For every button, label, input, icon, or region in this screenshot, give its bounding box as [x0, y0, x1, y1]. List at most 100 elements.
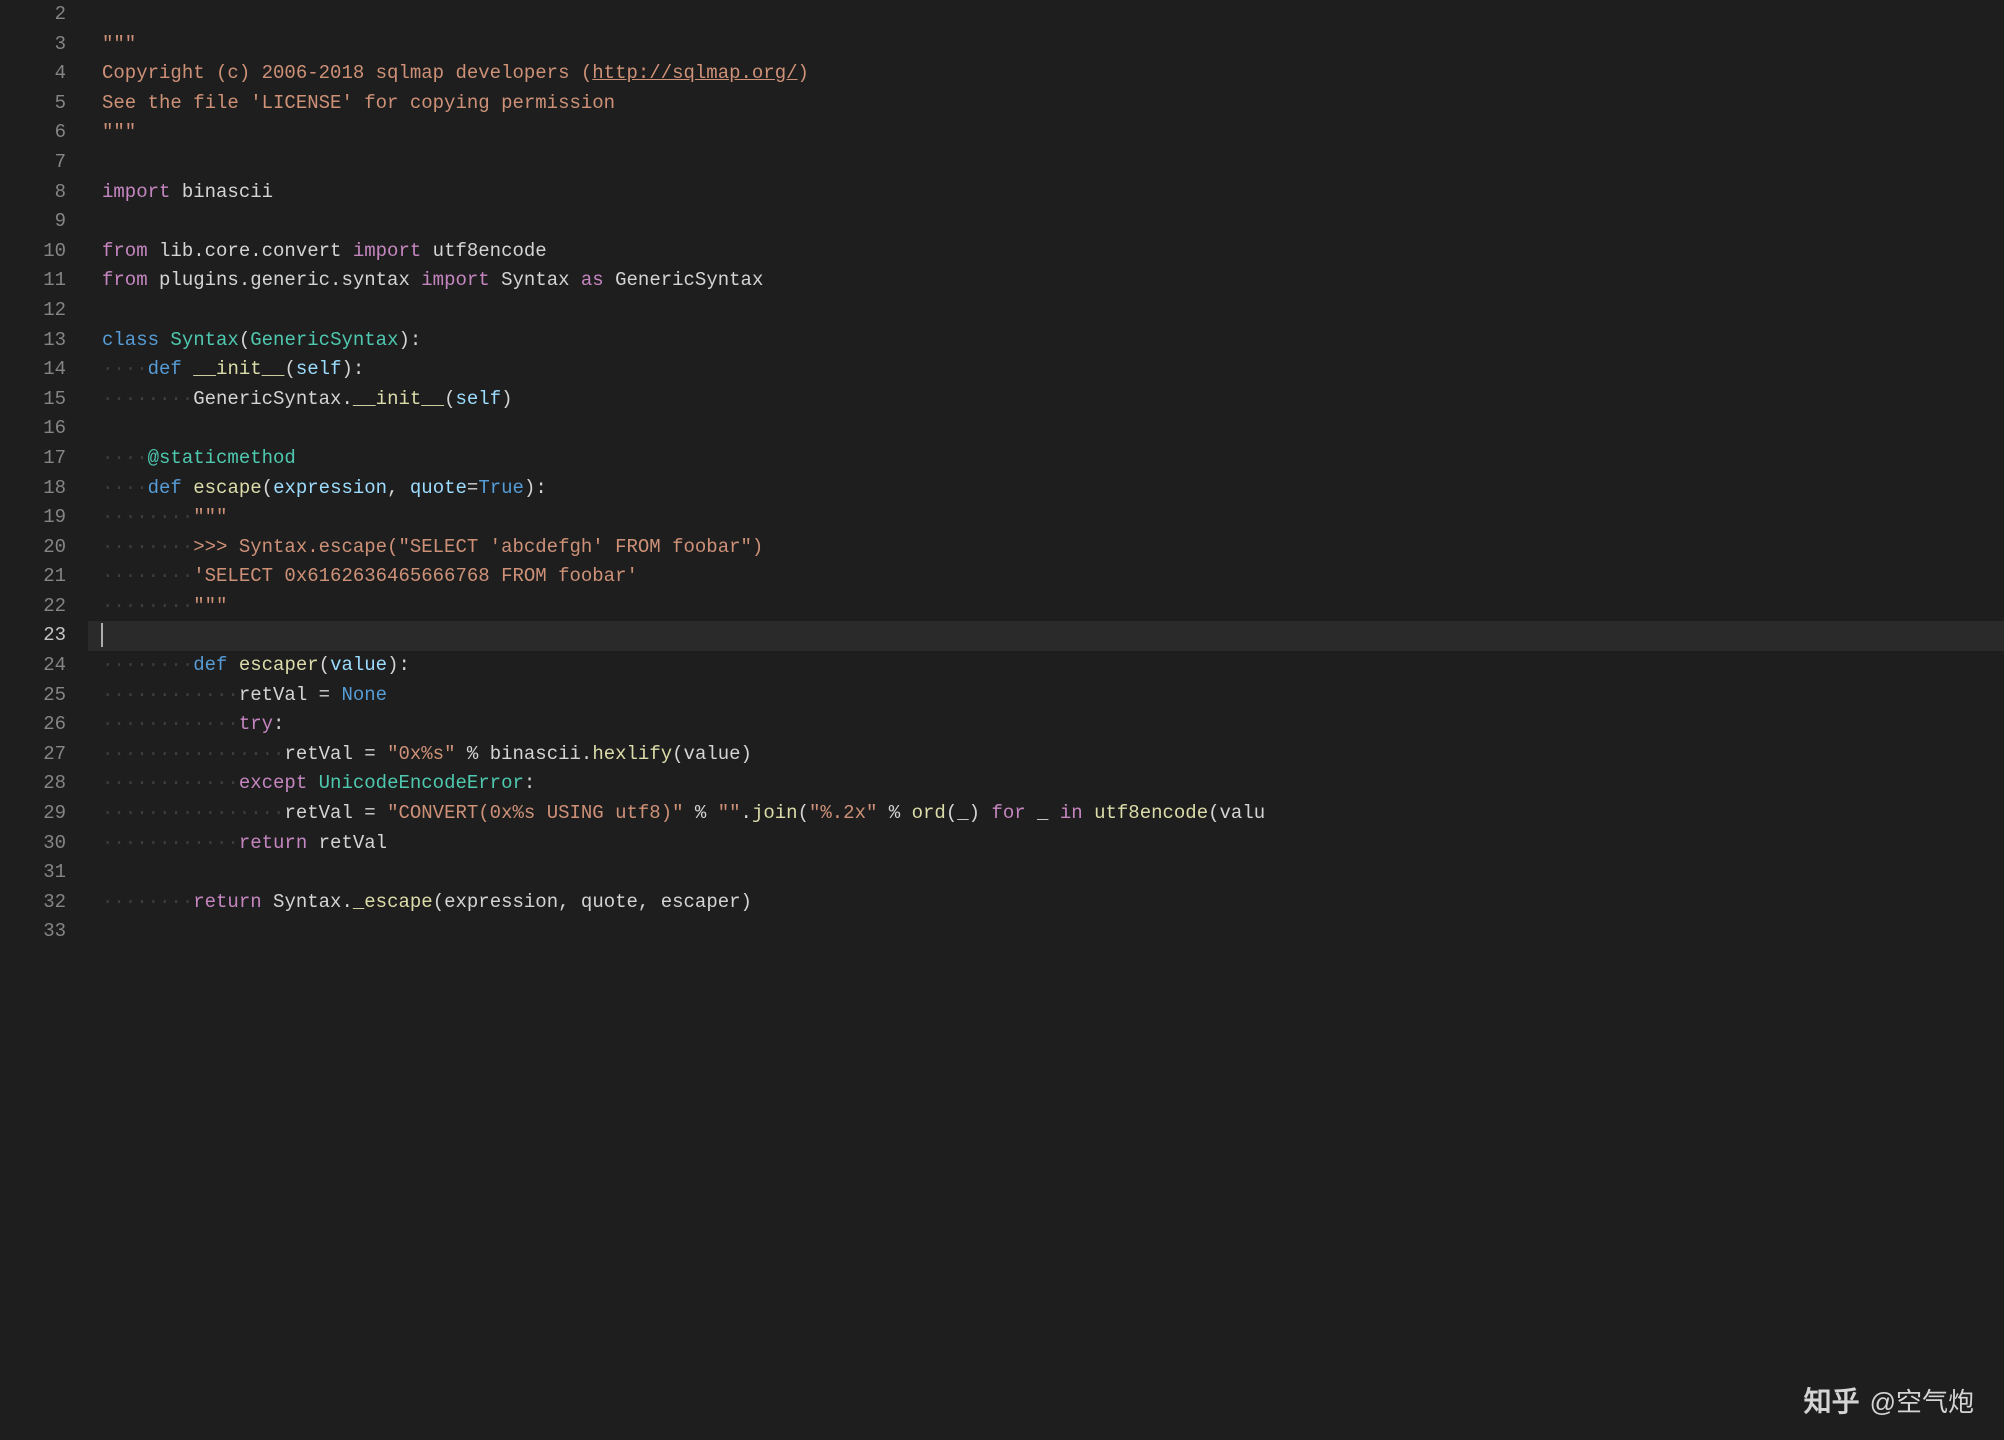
docstring-url[interactable]: http://sqlmap.org/ [592, 62, 797, 84]
line-number: 18 [0, 474, 66, 504]
code-line[interactable]: ········def escaper(value): [102, 651, 2004, 681]
code-line[interactable]: ········GenericSyntax.__init__(self) [102, 385, 2004, 415]
code-line[interactable] [102, 207, 2004, 237]
method-name: __init__ [353, 388, 444, 410]
code-editor[interactable]: 2 3 4 5 6 7 8 9 10 11 12 13 14 15 16 17 … [0, 0, 2004, 1440]
code-line[interactable]: ········return Syntax._escape(expression… [102, 888, 2004, 918]
docstring-text: 'SELECT 0x6162636465666768 FROM foobar' [193, 565, 638, 587]
param-self: self [455, 388, 501, 410]
code-line[interactable]: import binascii [102, 178, 2004, 208]
line-number: 5 [0, 89, 66, 119]
code-line-current[interactable] [102, 621, 2004, 651]
whitespace-dots: ········ [102, 536, 193, 558]
function-name: __init__ [193, 358, 284, 380]
code-line[interactable] [102, 0, 2004, 30]
line-number-active: 23 [0, 621, 66, 651]
whitespace-dots: ········ [102, 506, 193, 528]
whitespace-dots: ············ [102, 713, 239, 735]
const-true: True [478, 477, 524, 499]
code-line[interactable]: ········""" [102, 592, 2004, 622]
whitespace-dots: ········ [102, 654, 193, 676]
module-path: lib.core.convert [148, 240, 353, 262]
line-number: 9 [0, 207, 66, 237]
line-number: 32 [0, 888, 66, 918]
keyword-from: from [102, 269, 148, 291]
method-name: join [752, 802, 798, 824]
code-line[interactable]: ············retVal = None [102, 681, 2004, 711]
keyword-return: return [239, 832, 307, 854]
code-line[interactable]: Copyright (c) 2006-2018 sqlmap developer… [102, 59, 2004, 89]
line-number: 4 [0, 59, 66, 89]
line-number: 17 [0, 444, 66, 474]
method-name: _escape [353, 891, 433, 913]
decorator: @staticmethod [148, 447, 296, 469]
line-number: 24 [0, 651, 66, 681]
line-number: 21 [0, 562, 66, 592]
code-line[interactable] [102, 917, 2004, 947]
keyword-as: as [581, 269, 604, 291]
call-expr: GenericSyntax. [193, 388, 353, 410]
code-line[interactable]: ················retVal = "0x%s" % binasc… [102, 740, 2004, 770]
code-line[interactable]: """ [102, 118, 2004, 148]
code-line[interactable]: ············return retVal [102, 829, 2004, 859]
code-line[interactable]: from plugins.generic.syntax import Synta… [102, 266, 2004, 296]
code-line[interactable]: ····@staticmethod [102, 444, 2004, 474]
code-line[interactable] [102, 148, 2004, 178]
keyword-import: import [421, 269, 489, 291]
line-number: 31 [0, 858, 66, 888]
line-number-gutter: 2 3 4 5 6 7 8 9 10 11 12 13 14 15 16 17 … [0, 0, 88, 1440]
line-number: 25 [0, 681, 66, 711]
docstring-text: See the file 'LICENSE' for copying permi… [102, 92, 615, 114]
whitespace-dots: ········ [102, 388, 193, 410]
line-number: 13 [0, 326, 66, 356]
code-line[interactable]: ············try: [102, 710, 2004, 740]
code-content[interactable]: """ Copyright (c) 2006-2018 sqlmap devel… [88, 0, 2004, 1440]
const-none: None [341, 684, 387, 706]
keyword-def: def [148, 358, 182, 380]
whitespace-dots: ···· [102, 477, 148, 499]
docstring-end: """ [193, 595, 227, 617]
docstring-text: Copyright (c) 2006-2018 sqlmap developer… [102, 62, 592, 84]
param-name: expression [273, 477, 387, 499]
code-line[interactable] [102, 296, 2004, 326]
code-line[interactable]: ········""" [102, 503, 2004, 533]
docstring-text: >>> Syntax.escape("SELECT 'abcdefgh' FRO… [193, 536, 763, 558]
code-line[interactable]: """ [102, 30, 2004, 60]
line-number: 33 [0, 917, 66, 947]
docstring-text: ) [798, 62, 809, 84]
line-number: 6 [0, 118, 66, 148]
function-name: escape [193, 477, 261, 499]
whitespace-dots: ···· [102, 447, 148, 469]
line-number: 8 [0, 178, 66, 208]
line-number: 20 [0, 533, 66, 563]
whitespace-dots: ········ [102, 565, 193, 587]
code-line[interactable]: ····def __init__(self): [102, 355, 2004, 385]
code-line[interactable] [102, 858, 2004, 888]
alias-name: GenericSyntax [604, 269, 764, 291]
code-line[interactable]: See the file 'LICENSE' for copying permi… [102, 89, 2004, 119]
code-line[interactable]: ········>>> Syntax.escape("SELECT 'abcde… [102, 533, 2004, 563]
code-line[interactable]: from lib.core.convert import utf8encode [102, 237, 2004, 267]
assignment: retVal = [284, 802, 387, 824]
line-number: 22 [0, 592, 66, 622]
code-line[interactable]: ············except UnicodeEncodeError: [102, 769, 2004, 799]
whitespace-dots: ················ [102, 743, 284, 765]
base-class: GenericSyntax [250, 329, 398, 351]
code-line[interactable]: ········'SELECT 0x6162636465666768 FROM … [102, 562, 2004, 592]
keyword-except: except [239, 772, 307, 794]
code-line[interactable]: ················retVal = "CONVERT(0x%s U… [102, 799, 2004, 829]
line-number: 3 [0, 30, 66, 60]
whitespace-dots: ················ [102, 802, 284, 824]
param-self: self [296, 358, 342, 380]
line-number: 29 [0, 799, 66, 829]
keyword-try: try [239, 713, 273, 735]
line-number: 2 [0, 0, 66, 30]
function-call: hexlify [592, 743, 672, 765]
code-line[interactable]: class Syntax(GenericSyntax): [102, 326, 2004, 356]
line-number: 19 [0, 503, 66, 533]
code-line[interactable]: ····def escape(expression, quote=True): [102, 474, 2004, 504]
keyword-from: from [102, 240, 148, 262]
code-line[interactable] [102, 414, 2004, 444]
exception-class: UnicodeEncodeError [319, 772, 524, 794]
line-number: 28 [0, 769, 66, 799]
